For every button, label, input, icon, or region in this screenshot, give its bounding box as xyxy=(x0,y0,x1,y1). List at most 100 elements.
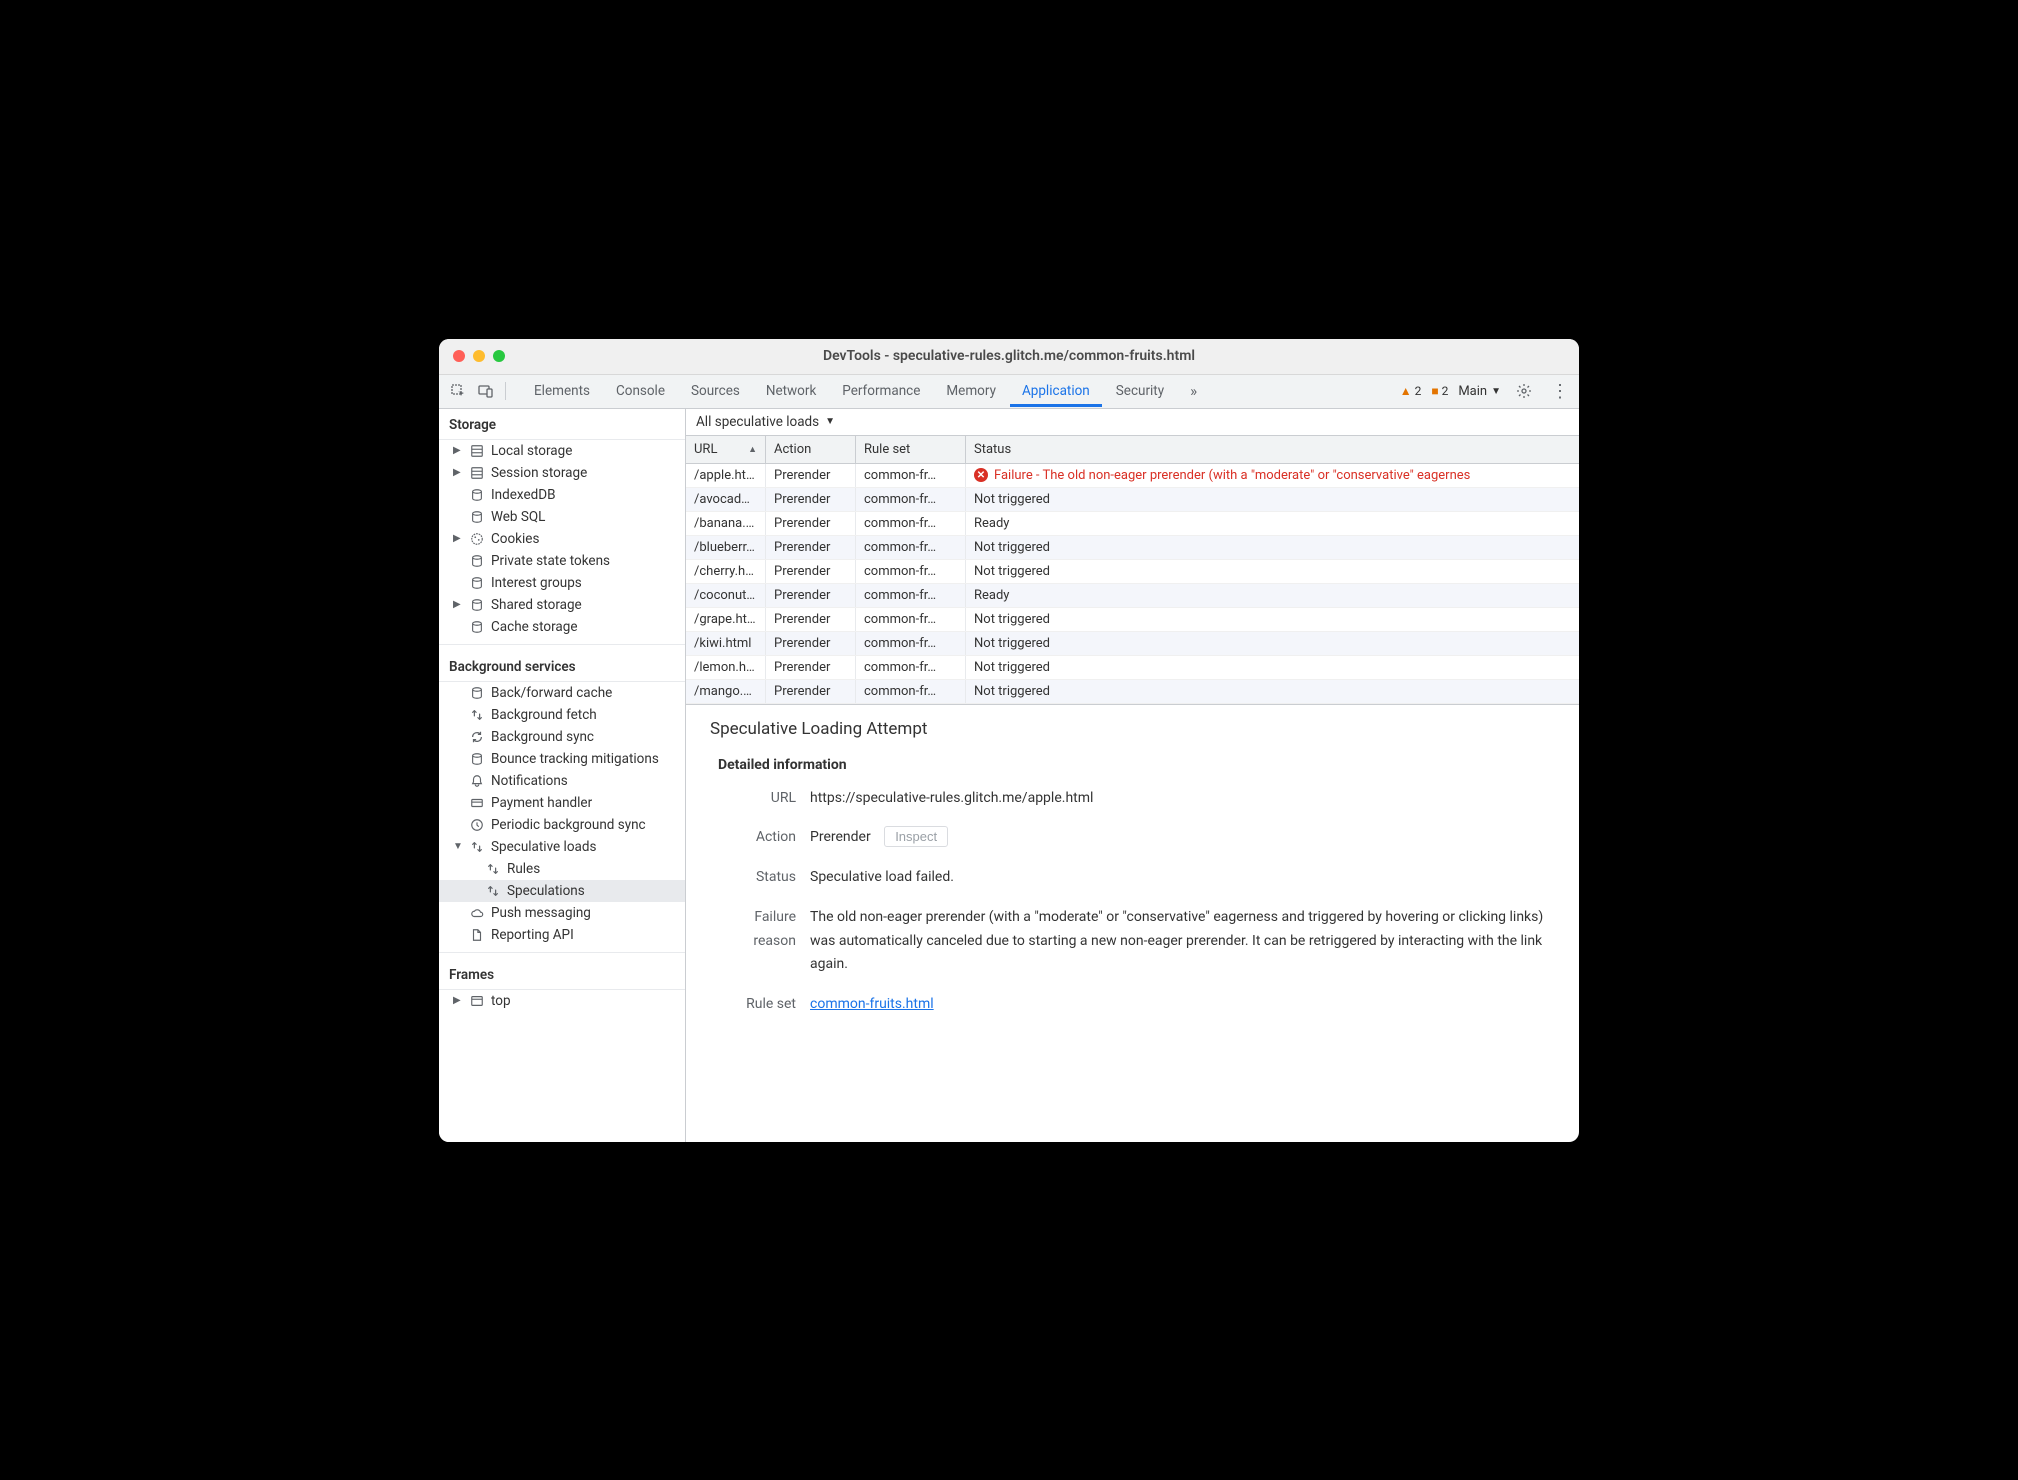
more-icon[interactable]: ⋮ xyxy=(1547,378,1573,404)
sidebar-item-reporting-api[interactable]: Reporting API xyxy=(439,924,685,946)
cell-url: /kiwi.html xyxy=(686,632,766,655)
issues-badge[interactable]: ■ 2 xyxy=(1431,384,1448,398)
tab-performance[interactable]: Performance xyxy=(830,375,932,407)
chevron-down-icon: ▼ xyxy=(825,416,835,427)
table-row[interactable]: /coconut…Prerendercommon-fr…Ready xyxy=(686,584,1579,608)
cloud-icon xyxy=(469,905,485,921)
sidebar-item-local-storage[interactable]: ▶Local storage xyxy=(439,440,685,462)
cell-action: Prerender xyxy=(766,632,856,655)
sidebar-item-speculations[interactable]: Speculations xyxy=(439,880,685,902)
sidebar-item-rules[interactable]: Rules xyxy=(439,858,685,880)
table-row[interactable]: /grape.htmlPrerendercommon-fr…Not trigge… xyxy=(686,608,1579,632)
main-toolbar: ElementsConsoleSourcesNetworkPerformance… xyxy=(439,375,1579,409)
tab-network[interactable]: Network xyxy=(754,375,828,407)
detail-action-label: Action xyxy=(710,826,810,850)
sidebar-item-interest-groups[interactable]: Interest groups xyxy=(439,572,685,594)
sidebar-item-label: Speculative loads xyxy=(491,839,596,855)
error-icon: ✕ xyxy=(974,468,988,482)
sidebar-item-cache-storage[interactable]: Cache storage xyxy=(439,616,685,638)
table-row[interactable]: /avocad…Prerendercommon-fr…Not triggered xyxy=(686,488,1579,512)
sidebar-item-web-sql[interactable]: Web SQL xyxy=(439,506,685,528)
table-row[interactable]: /lemon.h…Prerendercommon-fr…Not triggere… xyxy=(686,656,1579,680)
tab-application[interactable]: Application xyxy=(1010,375,1102,407)
sidebar-item-back-forward-cache[interactable]: Back/forward cache xyxy=(439,682,685,704)
sidebar-item-push-messaging[interactable]: Push messaging xyxy=(439,902,685,924)
sidebar-item-periodic-background-sync[interactable]: Periodic background sync xyxy=(439,814,685,836)
detail-ruleset-link[interactable]: common-fruits.html xyxy=(810,996,934,1012)
tab-sources[interactable]: Sources xyxy=(679,375,752,407)
device-toggle-icon[interactable] xyxy=(473,378,499,404)
cell-status: Ready xyxy=(966,512,1579,535)
cell-status: Not triggered xyxy=(966,488,1579,511)
sidebar-item-speculative-loads[interactable]: ▼Speculative loads xyxy=(439,836,685,858)
column-header-action[interactable]: Action xyxy=(766,436,856,463)
application-sidebar: Storage ▶Local storage▶Session storageIn… xyxy=(439,409,686,1142)
cell-status: ✕Failure - The old non-eager prerender (… xyxy=(966,464,1579,487)
sidebar-item-background-sync[interactable]: Background sync xyxy=(439,726,685,748)
sidebar-item-label: Web SQL xyxy=(491,509,545,525)
target-dropdown[interactable]: Main ▼ xyxy=(1458,384,1501,399)
table-row[interactable]: /banana.…Prerendercommon-fr…Ready xyxy=(686,512,1579,536)
frames-section-title: Frames xyxy=(439,959,685,990)
table-row[interactable]: /mango.…Prerendercommon-fr…Not triggered xyxy=(686,680,1579,704)
cell-action: Prerender xyxy=(766,656,856,679)
arrows-icon xyxy=(469,707,485,723)
table-row[interactable]: /apple.htmlPrerendercommon-fr…✕Failure -… xyxy=(686,464,1579,488)
table-row[interactable]: /blueberr…Prerendercommon-fr…Not trigger… xyxy=(686,536,1579,560)
cell-status: Not triggered xyxy=(966,632,1579,655)
tabs-overflow[interactable]: » xyxy=(1178,374,1209,408)
maximize-window-button[interactable] xyxy=(493,350,505,362)
table-row[interactable]: /kiwi.htmlPrerendercommon-fr…Not trigger… xyxy=(686,632,1579,656)
tab-memory[interactable]: Memory xyxy=(934,375,1008,407)
sidebar-item-label: Periodic background sync xyxy=(491,817,646,833)
warning-icon: ▲ xyxy=(1400,384,1412,398)
cell-ruleset: common-fr… xyxy=(856,464,966,487)
column-header-ruleset[interactable]: Rule set xyxy=(856,436,966,463)
db-cylinder-icon xyxy=(469,575,485,591)
titlebar: DevTools - speculative-rules.glitch.me/c… xyxy=(439,339,1579,375)
cell-ruleset: common-fr… xyxy=(856,680,966,703)
sidebar-item-label: Cookies xyxy=(491,531,539,547)
cell-url: /blueberr… xyxy=(686,536,766,559)
sidebar-item-top[interactable]: ▶top xyxy=(439,990,685,1012)
sidebar-item-background-fetch[interactable]: Background fetch xyxy=(439,704,685,726)
minimize-window-button[interactable] xyxy=(473,350,485,362)
sidebar-item-label: Payment handler xyxy=(491,795,592,811)
filter-dropdown[interactable]: All speculative loads ▼ xyxy=(686,409,1579,436)
close-window-button[interactable] xyxy=(453,350,465,362)
sidebar-item-indexeddb[interactable]: IndexedDB xyxy=(439,484,685,506)
detail-status-value: Speculative load failed. xyxy=(810,866,1555,890)
cell-ruleset: common-fr… xyxy=(856,488,966,511)
column-header-status[interactable]: Status xyxy=(966,436,1579,463)
detail-ruleset-label: Rule set xyxy=(710,993,810,1017)
speculations-table: URL▲ Action Rule set Status /apple.htmlP… xyxy=(686,436,1579,704)
cookie-icon xyxy=(469,531,485,547)
detail-url-label: URL xyxy=(710,787,810,811)
cell-url: /lemon.h… xyxy=(686,656,766,679)
sidebar-item-private-state-tokens[interactable]: Private state tokens xyxy=(439,550,685,572)
tab-security[interactable]: Security xyxy=(1104,375,1176,407)
sidebar-item-label: Back/forward cache xyxy=(491,685,612,701)
settings-icon[interactable] xyxy=(1511,378,1537,404)
table-row[interactable]: /cherry.h…Prerendercommon-fr…Not trigger… xyxy=(686,560,1579,584)
column-header-url[interactable]: URL▲ xyxy=(686,436,766,463)
db-cylinder-icon xyxy=(469,487,485,503)
tab-console[interactable]: Console xyxy=(604,375,677,407)
sidebar-item-payment-handler[interactable]: Payment handler xyxy=(439,792,685,814)
sidebar-item-label: Background fetch xyxy=(491,707,597,723)
inspect-button[interactable]: Inspect xyxy=(884,826,948,847)
sidebar-item-bounce-tracking-mitigations[interactable]: Bounce tracking mitigations xyxy=(439,748,685,770)
sidebar-item-shared-storage[interactable]: ▶Shared storage xyxy=(439,594,685,616)
inspect-element-icon[interactable] xyxy=(445,378,471,404)
chevron-right-icon: ▶ xyxy=(453,599,463,610)
sidebar-item-session-storage[interactable]: ▶Session storage xyxy=(439,462,685,484)
warnings-badge[interactable]: ▲ 2 xyxy=(1400,384,1422,398)
cell-url: /mango.… xyxy=(686,680,766,703)
tab-elements[interactable]: Elements xyxy=(522,375,602,407)
sidebar-item-notifications[interactable]: Notifications xyxy=(439,770,685,792)
arrows-icon xyxy=(485,861,501,877)
chevron-right-icon: ▶ xyxy=(453,467,463,478)
sidebar-item-cookies[interactable]: ▶Cookies xyxy=(439,528,685,550)
chevron-right-icon: ▶ xyxy=(453,995,463,1006)
sidebar-item-label: Notifications xyxy=(491,773,568,789)
